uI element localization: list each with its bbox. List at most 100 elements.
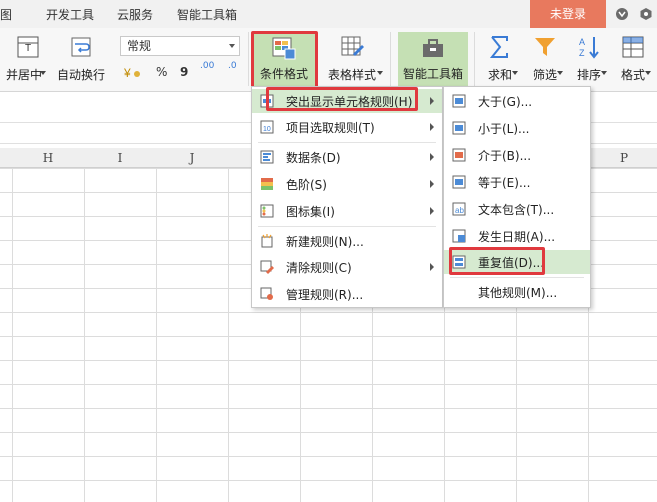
conditional-format-menu: 突出显示单元格规则(H) 10 项目选取规则(T) 数据条(D) 色阶(S) 图…	[251, 86, 443, 308]
menu-item-other-rules[interactable]: 其他规则(M)...	[444, 280, 590, 304]
menu-item-label: 突出显示单元格规则(H)	[286, 94, 413, 109]
svg-text:10: 10	[263, 126, 271, 133]
menu-item-manage-rules[interactable]: 管理规则(R)...	[252, 282, 442, 306]
thousands-separator-button[interactable]: 9	[180, 65, 188, 79]
percent-button[interactable]: %	[156, 65, 167, 79]
table-style-button[interactable]: 表格样式	[320, 28, 384, 83]
format-label: 格式	[620, 68, 645, 82]
chevron-right-icon	[430, 123, 434, 131]
less-than-icon	[452, 121, 466, 135]
menu-item-label: 重复值(D)...	[478, 255, 545, 270]
chevron-right-icon	[430, 97, 434, 105]
svg-text:ab: ab	[455, 206, 464, 215]
table-style-label: 表格样式	[327, 68, 376, 82]
svg-text:A: A	[579, 37, 585, 47]
wrap-text-label: 自动换行	[56, 68, 105, 82]
wrap-text-icon	[71, 37, 91, 57]
increase-decimal-button[interactable]: .00	[200, 62, 214, 71]
decrease-decimal-button[interactable]: .0	[228, 62, 237, 71]
chevron-down-icon	[229, 44, 235, 48]
menu-item-label: 其他规则(M)...	[478, 285, 558, 300]
menu-item-highlight-cell-rules[interactable]: 突出显示单元格规则(H)	[252, 89, 442, 113]
colorscale-icon	[261, 178, 273, 190]
menu-item-label: 大于(G)...	[478, 94, 533, 109]
settings-icon[interactable]	[639, 7, 653, 21]
conditional-format-icon	[272, 37, 296, 60]
chevron-down-icon[interactable]	[377, 71, 383, 75]
currency-icon[interactable]: ¥	[124, 64, 142, 80]
between-icon	[452, 148, 466, 162]
sort-az-icon: AZ	[579, 37, 599, 59]
chevron-down-icon[interactable]	[645, 71, 651, 75]
tab-cloud-service[interactable]: 云服务	[117, 6, 153, 23]
svg-text:Z: Z	[579, 48, 585, 58]
equal-icon	[452, 175, 466, 189]
chevron-down-icon[interactable]	[557, 71, 563, 75]
menu-item-label: 等于(E)...	[478, 175, 531, 190]
smart-toolbox-button[interactable]: 智能工具箱	[398, 32, 468, 86]
menu-item-new-rule[interactable]: 新建规则(N)...	[252, 229, 442, 253]
menu-item-icon-sets[interactable]: 图标集(I)	[252, 199, 442, 223]
login-button[interactable]: 未登录	[530, 0, 606, 28]
funnel-icon	[535, 38, 555, 56]
number-format-select[interactable]: 常规	[120, 36, 240, 56]
wrap-text-button[interactable]: 自动换行	[54, 28, 108, 83]
iconset-icon	[260, 204, 274, 218]
menu-item-label: 新建规则(N)...	[286, 234, 364, 249]
highlight-rules-submenu: 大于(G)... 小于(L)... 介于(B)... 等于(E)... ab 文…	[443, 86, 591, 308]
menu-item-duplicate-values[interactable]: 重复值(D)...	[444, 250, 590, 274]
ribbon-separator	[474, 32, 475, 86]
toolbox-icon	[423, 39, 443, 57]
menu-item-text-contains[interactable]: ab 文本包含(T)...	[444, 197, 590, 221]
shirt-skin-icon[interactable]	[615, 7, 629, 21]
number-format-value: 常规	[127, 39, 152, 53]
sigma-icon	[489, 36, 508, 58]
menu-item-top-bottom-rules[interactable]: 10 项目选取规则(T)	[252, 115, 442, 139]
column-header-h[interactable]: H	[12, 148, 84, 168]
menu-separator	[258, 142, 436, 143]
menu-item-label: 管理规则(R)...	[286, 287, 364, 302]
menu-item-clear-rules[interactable]: 清除规则(C)	[252, 255, 442, 279]
menu-item-color-scales[interactable]: 色阶(S)	[252, 172, 442, 196]
menu-item-date-occurring[interactable]: 发生日期(A)...	[444, 224, 590, 248]
menu-item-between[interactable]: 介于(B)...	[444, 143, 590, 167]
tab-developer-tools[interactable]: 开发工具	[46, 6, 94, 23]
databar-icon	[260, 150, 274, 164]
menu-item-label: 小于(L)...	[478, 121, 530, 136]
new-rule-icon	[261, 234, 273, 248]
manage-rule-icon	[260, 287, 273, 300]
top-bottom-icon: 10	[260, 120, 274, 134]
table-style-icon	[341, 36, 364, 56]
menu-item-label: 发生日期(A)...	[478, 229, 556, 244]
column-header-p[interactable]: P	[588, 148, 657, 168]
chevron-right-icon	[430, 263, 434, 271]
greater-than-icon	[452, 94, 466, 108]
conditional-format-button[interactable]: 条件格式	[253, 32, 315, 86]
sum-label: 求和	[487, 68, 512, 82]
tab-smart-toolbox[interactable]: 智能工具箱	[177, 6, 237, 23]
svg-text:¥: ¥	[124, 66, 131, 80]
smart-toolbox-label: 智能工具箱	[402, 67, 463, 81]
chevron-down-icon[interactable]	[601, 71, 607, 75]
chevron-right-icon	[430, 153, 434, 161]
ribbon-toolbar: T 并居中 自动换行 常规 ¥ % 9 .00 .0 条件格式 表格样式 智能工…	[0, 28, 657, 92]
conditional-format-label: 条件格式	[259, 67, 308, 81]
menu-item-greater-than[interactable]: 大于(G)...	[444, 89, 590, 113]
menu-item-data-bars[interactable]: 数据条(D)	[252, 145, 442, 169]
menu-item-less-than[interactable]: 小于(L)...	[444, 116, 590, 140]
menu-item-label: 色阶(S)	[286, 177, 327, 192]
merge-center-icon: T	[17, 36, 39, 58]
chevron-down-icon[interactable]	[512, 71, 518, 75]
filter-label: 筛选	[532, 68, 557, 82]
menu-tab-bar: 图 开发工具 云服务 智能工具箱 未登录	[0, 0, 657, 28]
tab-view[interactable]: 图	[0, 6, 12, 23]
chevron-right-icon	[430, 207, 434, 215]
chevron-down-icon[interactable]	[40, 71, 46, 75]
column-header-j[interactable]: J	[156, 148, 228, 168]
menu-item-label: 数据条(D)	[286, 150, 341, 165]
merge-center-label: 并居中	[5, 68, 42, 82]
menu-item-label: 文本包含(T)...	[478, 202, 555, 217]
column-header-i[interactable]: I	[84, 148, 156, 168]
menu-item-label: 项目选取规则(T)	[286, 120, 375, 135]
menu-item-equal-to[interactable]: 等于(E)...	[444, 170, 590, 194]
